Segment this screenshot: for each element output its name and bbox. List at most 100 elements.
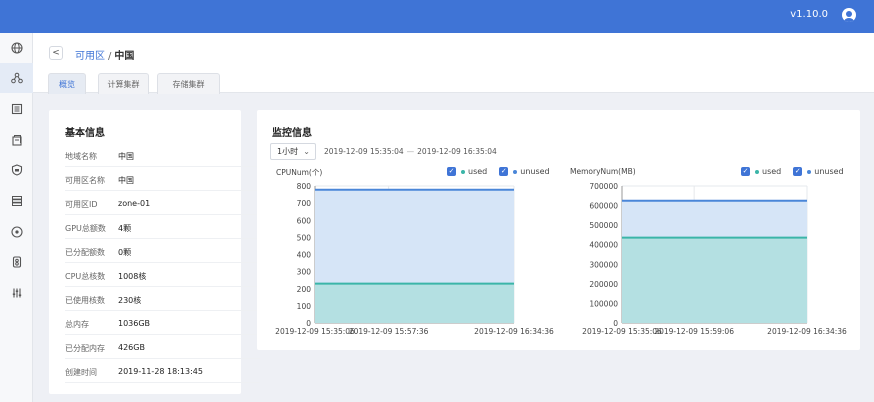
server-icon [11,196,22,206]
y-tick-label: 500000 [589,221,618,230]
basic-info-card: 基本信息 地域名称 中国 可用区名称 中国 可用区ID zone-01 GPU总额数 4颗 已分… [49,110,260,394]
time-range-value: 1小时 [277,147,299,156]
info-row: 总内存 1036GB [65,311,260,335]
mem-chart-ytitle: MemoryNum(MB) [570,167,636,176]
y-tick-label: 600 [297,216,312,225]
y-tick-label: 300 [297,268,312,277]
info-key: 已使用核数 [65,296,105,305]
sidebar-item-disc[interactable] [0,217,33,247]
info-row: GPU总额数 4颗 [65,215,260,239]
unused-checkbox[interactable]: ✓ [793,167,803,176]
shield-icon [11,164,22,176]
used-dot-icon [461,169,465,174]
info-value: 230核 [118,296,142,305]
info-key: 可用区ID [65,200,98,209]
list-icon [11,103,22,115]
x-tick-label: 2019-12-09 15:59:06 [654,327,734,336]
sidebar-item-device[interactable] [0,247,33,277]
info-value: 0颗 [118,248,132,257]
y-tick-label: 100 [297,302,312,311]
info-value: 2019-11-28 18:13:45 [118,367,203,376]
time-range-text: 2019-12-09 15:35:04—2019-12-09 16:35:04 [324,147,497,156]
top-bar: v1.10.0 [0,0,874,33]
used-area [622,237,807,323]
legend-unused-label: unused [814,167,844,176]
sidebar-item-security[interactable] [0,155,33,185]
sidebar-item-list[interactable] [0,94,33,124]
y-tick-label: 200 [297,285,312,294]
monitor-title: 监控信息 [272,128,312,139]
info-key: CPU总核数 [65,272,106,281]
info-row: 已分配额数 0颗 [65,239,260,263]
info-key: 地域名称 [65,152,97,161]
breadcrumb: 可用区 / 中国 [75,47,134,62]
breadcrumb-parent-link[interactable]: 可用区 [75,51,105,62]
time-range-select[interactable]: 1小时 ⌄ [270,143,316,160]
cpu-chart-ytitle: CPUNum(个) [276,168,323,177]
used-dot-icon [755,169,759,174]
info-key: 总内存 [65,320,89,329]
unused-dot-icon [807,169,812,174]
y-tick-label: 400000 [589,241,618,250]
legend-used-label: used [468,167,488,176]
x-tick-label: 2019-12-09 16:34:36 [767,327,847,336]
y-tick-label: 200000 [589,280,618,289]
y-tick-label: 500 [297,233,312,242]
used-checkbox[interactable]: ✓ [447,167,456,176]
memory-chart: 0100000200000300000400000500000600000700… [582,182,847,336]
x-tick-label: 2019-12-09 15:35:06 [582,327,662,336]
info-value: zone-01 [118,199,151,208]
globe-icon [10,42,23,54]
sidebar-item-storage[interactable] [0,125,33,155]
x-tick-label: 2019-12-09 16:34:36 [474,327,554,336]
storage-icon [11,135,22,146]
info-value: 426GB [118,343,145,352]
info-row: CPU总核数 1008核 [65,263,260,287]
cpu-chart: 01002003004005006007008002019-12-09 15:3… [275,182,554,336]
tab-overview[interactable]: 概览 [48,73,86,94]
info-key: 已分配额数 [65,248,105,257]
y-tick-label: 400 [297,251,312,260]
y-tick-label: 100000 [589,299,618,308]
info-value: 中国 [118,152,134,161]
x-tick-label: 2019-12-09 15:57:36 [349,327,429,336]
unused-checkbox[interactable]: ✓ [499,167,509,176]
info-row: 已使用核数 230核 [65,287,260,311]
info-value: 1008核 [118,272,147,281]
cpu-chart-legend: ✓ used ✓ unused [447,167,550,176]
tab-storage-cluster[interactable]: 存储集群 [157,73,220,94]
sliders-icon [12,288,21,298]
used-area [315,283,514,323]
sidebar-item-server[interactable] [0,186,33,216]
y-tick-label: 700000 [589,182,618,191]
sidebar-item-cluster[interactable] [0,63,33,93]
back-button[interactable]: < [49,46,63,60]
range-separator: — [406,147,415,156]
disc-icon [10,226,23,238]
y-tick-label: 700 [297,199,312,208]
info-key: 可用区名称 [65,176,105,185]
info-key: 创建时间 [65,368,97,377]
legend-used-label: used [762,167,782,176]
x-tick-label: 2019-12-09 15:35:06 [275,327,355,336]
info-row: 已分配内存 426GB [65,335,260,359]
info-value: 4颗 [118,224,132,233]
y-tick-label: 800 [297,182,312,191]
info-row: 创建时间 2019-11-28 18:13:45 [65,359,260,383]
sidebar-item-globe[interactable] [0,33,33,63]
info-key: GPU总额数 [65,224,106,233]
legend-unused-label: unused [520,167,550,176]
tab-compute-cluster[interactable]: 计算集群 [98,73,149,94]
user-circle-icon[interactable] [842,8,856,22]
range-end: 2019-12-09 16:35:04 [417,147,497,156]
chevron-down-icon: ⌄ [303,147,310,156]
used-checkbox[interactable]: ✓ [741,167,750,176]
cluster-icon [10,72,23,84]
sidebar-item-settings[interactable] [0,278,33,308]
info-row: 可用区ID zone-01 [65,191,260,215]
basic-info-title: 基本信息 [65,128,105,139]
device-icon [12,256,21,268]
info-key: 已分配内存 [65,344,105,353]
info-value: 1036GB [118,319,151,328]
y-tick-label: 600000 [589,202,618,211]
